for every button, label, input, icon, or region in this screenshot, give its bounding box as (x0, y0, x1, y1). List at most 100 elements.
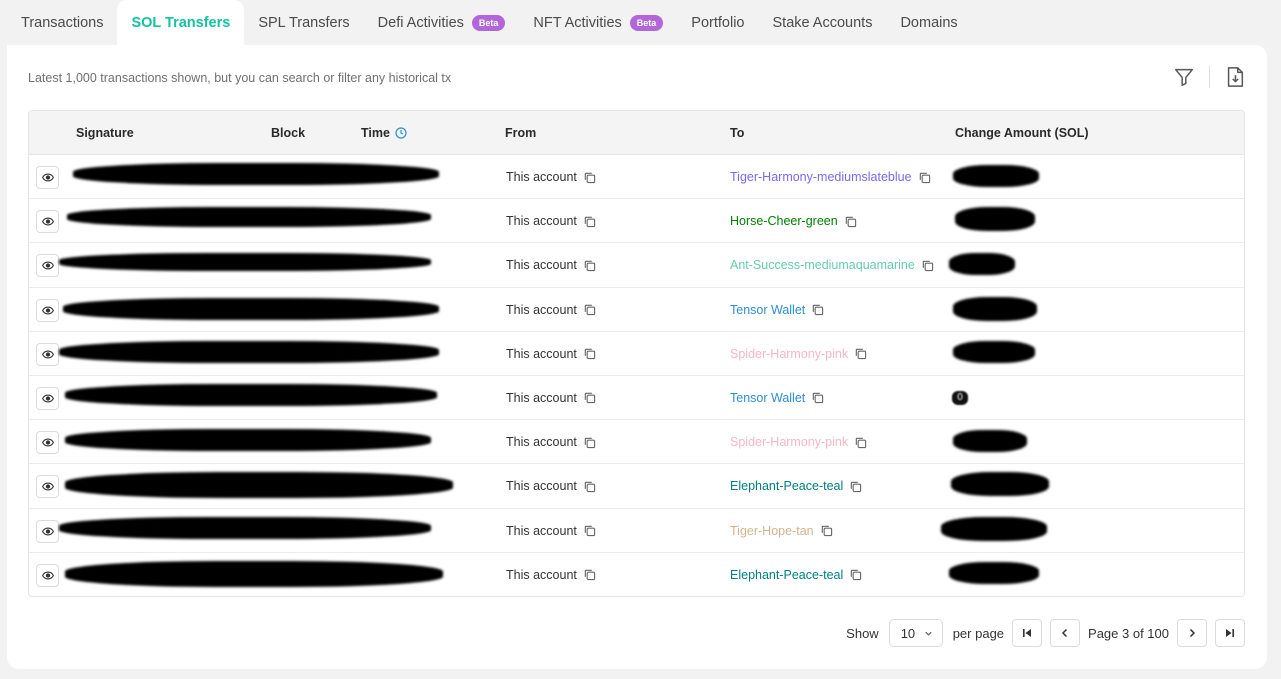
from-address[interactable]: This account (506, 347, 577, 361)
tab-defi-activities[interactable]: Defi Activities Beta (364, 0, 520, 45)
from-address[interactable]: This account (506, 524, 577, 538)
copy-from-button[interactable] (583, 347, 596, 360)
view-details-button[interactable] (36, 519, 59, 543)
view-details-button[interactable] (36, 342, 59, 366)
col-time[interactable]: Time (361, 111, 407, 155)
copy-from-button[interactable] (583, 480, 596, 493)
to-address-link[interactable]: Horse-Cheer-green (730, 214, 838, 228)
view-details-button[interactable] (36, 254, 59, 278)
from-address[interactable]: This account (506, 214, 577, 228)
view-details-button[interactable] (36, 386, 59, 410)
copy-from-button[interactable] (583, 436, 596, 449)
from-address[interactable]: This account (506, 303, 577, 317)
copy-to-button[interactable] (844, 215, 857, 228)
to-address-link[interactable]: Spider-Harmony-pink (730, 435, 848, 449)
tab-stake-accounts[interactable]: Stake Accounts (759, 0, 887, 45)
eye-icon (41, 306, 54, 315)
prev-page-button[interactable] (1050, 619, 1081, 647)
redacted-signature-block-time (65, 560, 443, 587)
to-address-link[interactable]: Tiger-Harmony-mediumslateblue (730, 170, 912, 184)
eye-icon (41, 261, 54, 270)
copy-to-button[interactable] (849, 568, 862, 581)
to-address-link[interactable]: Elephant-Peace-teal (730, 568, 843, 582)
from-address[interactable]: This account (506, 435, 577, 449)
copy-from-button[interactable] (583, 171, 596, 184)
copy-icon (813, 304, 824, 316)
col-from: From (505, 126, 537, 140)
from-address[interactable]: This account (506, 568, 577, 582)
tab-spl-transfers[interactable]: SPL Transfers (244, 0, 363, 45)
per-page-select[interactable]: 10 (888, 619, 943, 647)
last-page-button[interactable] (1215, 619, 1245, 647)
copy-to-button[interactable] (811, 391, 824, 404)
copy-to-button[interactable] (811, 303, 824, 316)
copy-icon (584, 349, 596, 360)
copy-to-button[interactable] (918, 171, 931, 184)
to-address-link[interactable]: Tensor Wallet (730, 303, 805, 317)
eye-icon (41, 394, 54, 403)
copy-from-button[interactable] (583, 215, 596, 228)
export-csv-button[interactable] (1223, 65, 1247, 89)
to-address-link[interactable]: Tiger-Hope-tan (730, 524, 814, 538)
redacted-change-amount: 0 (952, 390, 968, 405)
to-address-link[interactable]: Tensor Wallet (730, 391, 805, 405)
eye-icon (41, 571, 54, 580)
to-cell: Tiger-Harmony-mediumslateblue (730, 155, 931, 199)
from-address[interactable]: This account (506, 391, 577, 405)
from-address[interactable]: This account (506, 479, 577, 493)
from-address[interactable]: This account (506, 258, 577, 272)
view-details-button[interactable] (36, 431, 59, 455)
copy-from-button[interactable] (583, 303, 596, 316)
copy-icon (821, 525, 832, 537)
from-address[interactable]: This account (506, 170, 577, 184)
redacted-signature-block-time (65, 472, 453, 499)
copy-to-button[interactable] (820, 524, 833, 537)
copy-icon (584, 216, 596, 227)
to-cell: Tensor Wallet (730, 376, 824, 420)
copy-to-button[interactable] (854, 436, 867, 449)
view-details-button[interactable] (36, 166, 59, 189)
tab-domains[interactable]: Domains (886, 0, 971, 45)
redacted-signature-block-time (65, 429, 431, 452)
view-details-button[interactable] (36, 475, 59, 499)
tab-sol-transfers[interactable]: SOL Transfers (117, 0, 245, 45)
clock-icon[interactable] (395, 127, 407, 139)
copy-to-button[interactable] (921, 259, 934, 272)
eye-icon (41, 527, 54, 535)
to-cell: Spider-Harmony-pink (730, 420, 867, 464)
tab-portfolio[interactable]: Portfolio (677, 0, 758, 45)
tab-label: Portfolio (691, 14, 745, 31)
to-address-link[interactable]: Ant-Success-mediumaquamarine (730, 258, 915, 272)
filter-button[interactable] (1172, 65, 1196, 89)
copy-from-button[interactable] (583, 524, 596, 537)
first-page-button[interactable] (1012, 619, 1043, 647)
view-details-button[interactable] (36, 563, 59, 587)
copy-from-button[interactable] (583, 259, 596, 272)
copy-icon (922, 260, 933, 272)
table-row: This account Spider-Harmony-pink (29, 332, 1244, 376)
table-header: Signature Block Time From To Change Amou… (29, 111, 1244, 155)
from-cell: This account (506, 464, 596, 508)
view-details-button[interactable] (36, 298, 59, 322)
tab-transactions[interactable]: Transactions (7, 0, 117, 45)
copy-from-button[interactable] (583, 568, 596, 581)
tab-nft-activities[interactable]: NFT Activities Beta (519, 0, 677, 45)
copy-from-button[interactable] (583, 391, 596, 404)
tab-label: SOL Transfers (131, 14, 231, 31)
tab-label: NFT Activities (533, 14, 622, 31)
from-cell: This account (506, 243, 596, 287)
eye-icon (41, 173, 54, 182)
tab-label: Defi Activities (377, 14, 464, 31)
per-page-value: 10 (900, 625, 916, 641)
copy-to-button[interactable] (854, 347, 867, 360)
copy-icon (855, 437, 867, 448)
redacted-signature-block-time (73, 163, 439, 185)
to-cell: Tiger-Hope-tan (730, 509, 833, 553)
to-address-link[interactable]: Spider-Harmony-pink (730, 347, 848, 361)
view-details-button[interactable] (36, 210, 59, 234)
next-page-button[interactable] (1177, 619, 1207, 647)
copy-to-button[interactable] (849, 480, 862, 493)
to-address-link[interactable]: Elephant-Peace-teal (730, 479, 843, 493)
redacted-change-amount (953, 340, 1035, 363)
redacted-change-amount (955, 207, 1035, 232)
